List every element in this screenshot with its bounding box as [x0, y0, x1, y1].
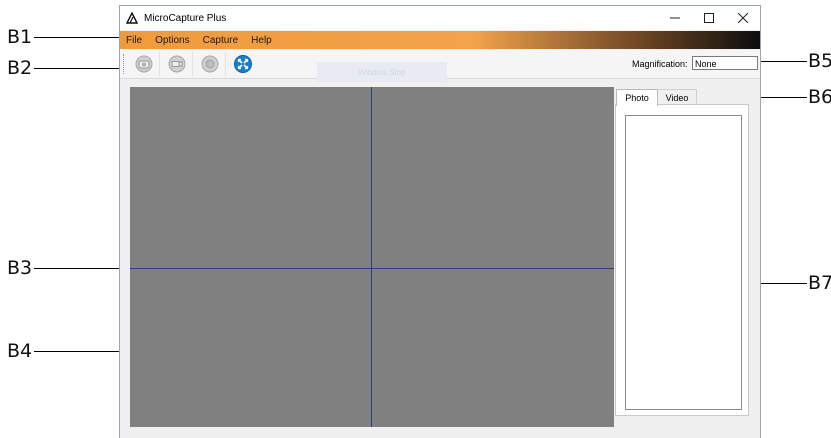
- callout-b1-line: [34, 37, 128, 38]
- app-logo-icon: [126, 12, 138, 24]
- camera-snapshot-icon: [135, 55, 153, 73]
- menu-file[interactable]: File: [120, 35, 149, 46]
- menu-help[interactable]: Help: [245, 35, 279, 46]
- video-record-icon: [168, 55, 186, 73]
- menu-options[interactable]: Options: [149, 35, 196, 46]
- crosshair-horizontal: [130, 268, 614, 269]
- preview-area[interactable]: [130, 87, 614, 427]
- app-window: MicroCapture Plus File Options Capture H…: [119, 5, 761, 438]
- callout-b2: B2: [7, 57, 33, 79]
- snapshot-button[interactable]: [129, 52, 160, 76]
- expand-settings-button[interactable]: [228, 52, 258, 76]
- title-bar[interactable]: MicroCapture Plus: [120, 6, 760, 30]
- toolbar-grip[interactable]: [123, 54, 127, 74]
- close-button[interactable]: [726, 6, 760, 30]
- callout-b7: B7: [808, 272, 831, 294]
- stop-button[interactable]: [195, 52, 226, 76]
- thumbnail-list[interactable]: [625, 115, 742, 410]
- window-title: MicroCapture Plus: [144, 12, 227, 24]
- close-icon: [738, 13, 748, 23]
- callout-b1: B1: [7, 26, 33, 48]
- menu-bar: File Options Capture Help: [120, 31, 760, 49]
- magnification-field[interactable]: None: [692, 56, 758, 70]
- stop-icon: [201, 55, 219, 73]
- magnification-label: Magnification:: [632, 59, 688, 69]
- record-video-button[interactable]: [162, 52, 193, 76]
- crosshair-vertical: [371, 87, 372, 427]
- minimize-icon: [670, 17, 680, 19]
- ghost-window-label: Window Stop: [317, 62, 447, 82]
- maximize-icon: [704, 13, 714, 23]
- callout-b4: B4: [7, 340, 33, 362]
- callout-b2-line: [34, 68, 128, 69]
- settings-expand-icon: [234, 55, 252, 73]
- photo-tab-panel: [615, 104, 749, 416]
- callout-b3: B3: [7, 257, 33, 279]
- tab-photo[interactable]: Photo: [616, 89, 658, 106]
- minimize-button[interactable]: [658, 6, 692, 30]
- maximize-button[interactable]: [692, 6, 726, 30]
- callout-b5: B5: [808, 50, 831, 72]
- menu-capture[interactable]: Capture: [197, 35, 246, 46]
- callout-b6: B6: [808, 86, 831, 108]
